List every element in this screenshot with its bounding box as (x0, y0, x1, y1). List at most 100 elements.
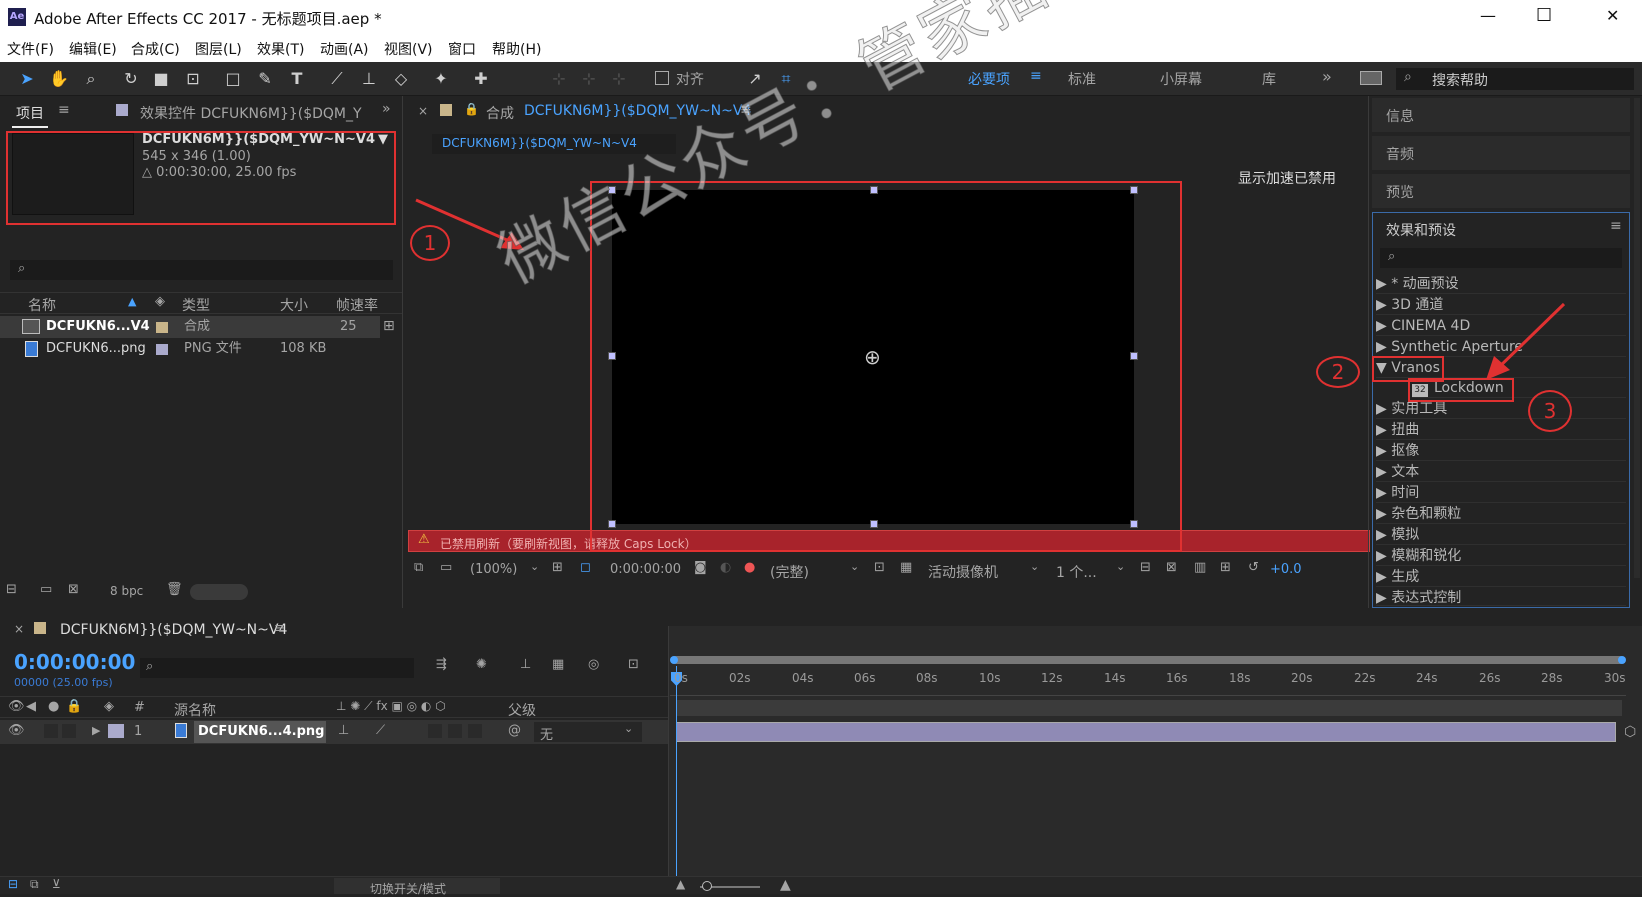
workspace-standard[interactable]: 标准 (1068, 69, 1096, 89)
always-preview-icon[interactable]: ⧉ (414, 560, 423, 575)
effect-category-generate[interactable]: ▶ 生成 (1376, 567, 1626, 587)
reset-exposure-icon[interactable]: ↺ (1248, 560, 1259, 575)
layer-label-color-icon[interactable] (108, 724, 124, 738)
trash-icon[interactable]: 🗑 (166, 582, 183, 597)
zoom-dropdown[interactable]: (100%) (470, 562, 517, 577)
comp-flowchart-icon[interactable]: ⇶ (436, 657, 447, 672)
camera-tool-icon[interactable]: ■ (150, 68, 172, 90)
work-area-start-handle[interactable] (670, 656, 678, 664)
layer-switch-box[interactable] (468, 724, 482, 738)
effect-category-time[interactable]: ▶ 时间 (1376, 483, 1626, 503)
menu-window[interactable]: 窗口 (448, 39, 476, 59)
title-safe-icon[interactable]: ⊞ (552, 560, 563, 575)
footer-toggle-icon[interactable]: ⊟ (8, 877, 18, 891)
menu-help[interactable]: 帮助(H) (492, 39, 541, 59)
workspace-essentials[interactable]: 必要项 (968, 69, 1010, 89)
effect-category-expression-controls[interactable]: ▶ 表达式控制 (1376, 588, 1626, 606)
playhead[interactable] (676, 666, 677, 890)
workspace-more-icon[interactable]: » (1322, 67, 1332, 86)
pick-whip-icon[interactable]: @ (508, 723, 521, 738)
current-time-field[interactable]: 0:00:00:00 (610, 562, 681, 577)
menu-view[interactable]: 视图(V) (384, 39, 433, 59)
effect-category-utility[interactable]: ▶ 实用工具 (1376, 399, 1626, 419)
timeline-timecode[interactable]: 0:00:00:00 (14, 650, 135, 674)
hand-tool-icon[interactable]: ✋ (48, 68, 70, 90)
rectangle-tool-icon[interactable]: □ (222, 68, 244, 90)
pixel-aspect-icon[interactable]: ⊟ (1140, 560, 1151, 575)
workspace-menu-icon[interactable]: ≡ (1030, 68, 1042, 84)
bpc-label[interactable]: 8 bpc (110, 584, 143, 598)
fast-preview-icon[interactable]: ⊠ (1166, 560, 1177, 575)
quality-switch-icon[interactable]: ⟋ (376, 723, 385, 738)
channel-icon[interactable]: ● (744, 560, 755, 575)
motion-blur-icon[interactable]: ◎ (588, 657, 599, 672)
effects-panel-menu-icon[interactable]: ≡ (1610, 218, 1622, 234)
timeline-tab-name[interactable]: DCFUKN6M}}($DQM_YW~N~V4 (60, 622, 287, 638)
resolution-chevron-icon[interactable]: ⌄ (850, 560, 859, 573)
timeline-zoom-thumb[interactable] (702, 881, 712, 891)
footer-toggle-icon[interactable]: ⧉ (30, 877, 39, 892)
draft-3d-icon[interactable]: ✺ (476, 657, 487, 672)
comp-marker-icon[interactable]: ⬡ (1624, 724, 1636, 740)
shy-switch-icon[interactable]: ⊥ (338, 723, 349, 738)
flowchart-view-icon[interactable]: ⊞ (1220, 560, 1231, 575)
layer-switch-box[interactable] (44, 724, 58, 738)
lock-icon[interactable]: 🔒 (464, 102, 479, 116)
project-search-field[interactable] (10, 260, 393, 280)
layer-switch-box[interactable] (62, 724, 76, 738)
menu-animation[interactable]: 动画(A) (320, 39, 369, 59)
close-comp-tab-icon[interactable]: × (418, 104, 428, 118)
menu-layer[interactable]: 图层(L) (195, 39, 242, 59)
align-checkbox[interactable] (655, 71, 669, 85)
transparency-grid-icon[interactable]: ▦ (900, 560, 912, 575)
col-source-name[interactable]: 源名称 (174, 700, 216, 720)
rotate-tool-icon[interactable]: ↻ (120, 68, 142, 90)
menu-effect[interactable]: 效果(T) (257, 39, 304, 59)
mask-visibility-icon[interactable]: ◻ (580, 560, 591, 575)
views-chevron-icon[interactable]: ⌄ (1116, 560, 1125, 573)
selection-tool-icon[interactable]: ➤ (16, 68, 38, 90)
timeline-toggle-icon[interactable]: ▥ (1194, 560, 1206, 575)
workspace-libraries[interactable]: 库 (1262, 69, 1276, 89)
layer-visibility-icon[interactable]: 👁 (8, 723, 25, 738)
effect-category-simulation[interactable]: ▶ 模拟 (1376, 525, 1626, 545)
pen-tool-icon[interactable]: ✎ (254, 68, 276, 90)
eraser-tool-icon[interactable]: ◇ (390, 68, 412, 90)
col-name[interactable]: 名称 (28, 295, 56, 315)
timeline-search-field[interactable] (140, 658, 414, 678)
frame-blending-icon[interactable]: ▦ (552, 657, 564, 672)
camera-chevron-icon[interactable]: ⌄ (1030, 560, 1039, 573)
layer-switch-box[interactable] (448, 724, 462, 738)
type-tool-icon[interactable]: T (286, 68, 308, 90)
tab-effect-controls[interactable]: 效果控件 DCFUKN6M}}($DQM_Y (140, 103, 362, 123)
project-row[interactable]: DCFUKN6...V4 合成 25 (0, 316, 380, 338)
close-timeline-tab-icon[interactable]: × (14, 622, 24, 636)
camera-dropdown[interactable]: 活动摄像机 (928, 562, 998, 582)
layer-bar[interactable] (676, 722, 1616, 742)
new-folder-icon[interactable]: ▭ (40, 582, 52, 597)
zoom-tool-icon[interactable]: ⌕ (80, 68, 102, 90)
menu-edit[interactable]: 编辑(E) (69, 39, 117, 59)
panel-menu-icon[interactable]: ≡ (58, 102, 70, 118)
flowchart-icon[interactable]: ⊞ (383, 318, 395, 334)
resolution-dropdown[interactable]: (完整) (770, 562, 809, 582)
panel-scrollbar[interactable] (1634, 98, 1640, 578)
thumbnail-slider[interactable] (190, 584, 248, 600)
show-snapshot-icon[interactable]: ◐ (720, 560, 731, 575)
timeline-panel-menu-icon[interactable]: ≡ (274, 621, 285, 636)
work-area-bar[interactable] (672, 656, 1624, 664)
panel-toggle-icon[interactable] (1360, 71, 1382, 85)
layer-expand-arrow-icon[interactable]: ▶ (92, 724, 100, 737)
project-row[interactable]: DCFUKN6...png PNG 文件 108 KB (0, 338, 380, 360)
col-parent[interactable]: 父级 (508, 700, 536, 720)
snapshot-icon[interactable]: ◙ (694, 560, 707, 575)
zoom-chevron-icon[interactable]: ⌄ (530, 560, 539, 573)
effects-search-field[interactable] (1380, 248, 1622, 268)
brush-tool-icon[interactable]: ⟋ (326, 68, 348, 90)
graph-editor-icon[interactable]: ⊡ (628, 657, 639, 672)
menu-composition[interactable]: 合成(C) (131, 39, 180, 59)
clone-stamp-tool-icon[interactable]: ⊥ (358, 68, 380, 90)
effect-category-text[interactable]: ▶ 文本 (1376, 462, 1626, 482)
tab-project[interactable]: 项目 (16, 103, 44, 123)
pan-behind-tool-icon[interactable]: ⊡ (182, 68, 204, 90)
